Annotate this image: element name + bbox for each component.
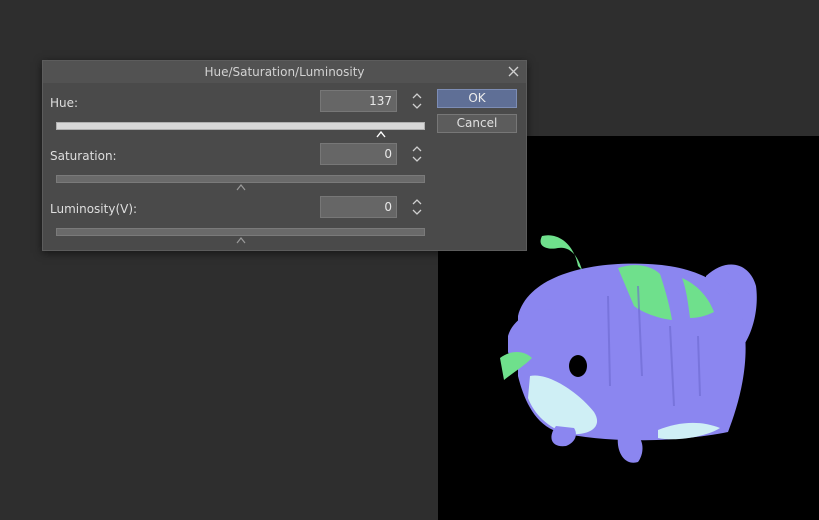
dialog-title: Hue/Saturation/Luminosity	[204, 65, 365, 79]
caret-up-icon[interactable]	[375, 130, 387, 138]
luminosity-value-field[interactable]: 0	[320, 196, 397, 218]
saturation-slider[interactable]	[56, 175, 425, 183]
up-down-arrows-icon[interactable]	[411, 91, 423, 111]
caret-up-icon[interactable]	[235, 236, 247, 244]
cancel-button[interactable]: Cancel	[437, 114, 517, 133]
ok-button[interactable]: OK	[437, 89, 517, 108]
luminosity-slider[interactable]	[56, 228, 425, 236]
hue-label: Hue:	[50, 96, 79, 110]
saturation-label: Saturation:	[50, 149, 117, 163]
hue-slider[interactable]	[56, 122, 425, 130]
hue-value-field[interactable]: 137	[320, 90, 397, 112]
hue-saturation-luminosity-dialog: Hue/Saturation/Luminosity Hue: 137 Satur…	[42, 60, 527, 251]
close-icon[interactable]	[505, 63, 522, 80]
luminosity-label: Luminosity(V):	[50, 202, 138, 216]
saturation-value-field[interactable]: 0	[320, 143, 397, 165]
dialog-titlebar[interactable]: Hue/Saturation/Luminosity	[43, 61, 526, 83]
caret-up-icon[interactable]	[235, 183, 247, 191]
up-down-arrows-icon[interactable]	[411, 197, 423, 217]
up-down-arrows-icon[interactable]	[411, 144, 423, 164]
